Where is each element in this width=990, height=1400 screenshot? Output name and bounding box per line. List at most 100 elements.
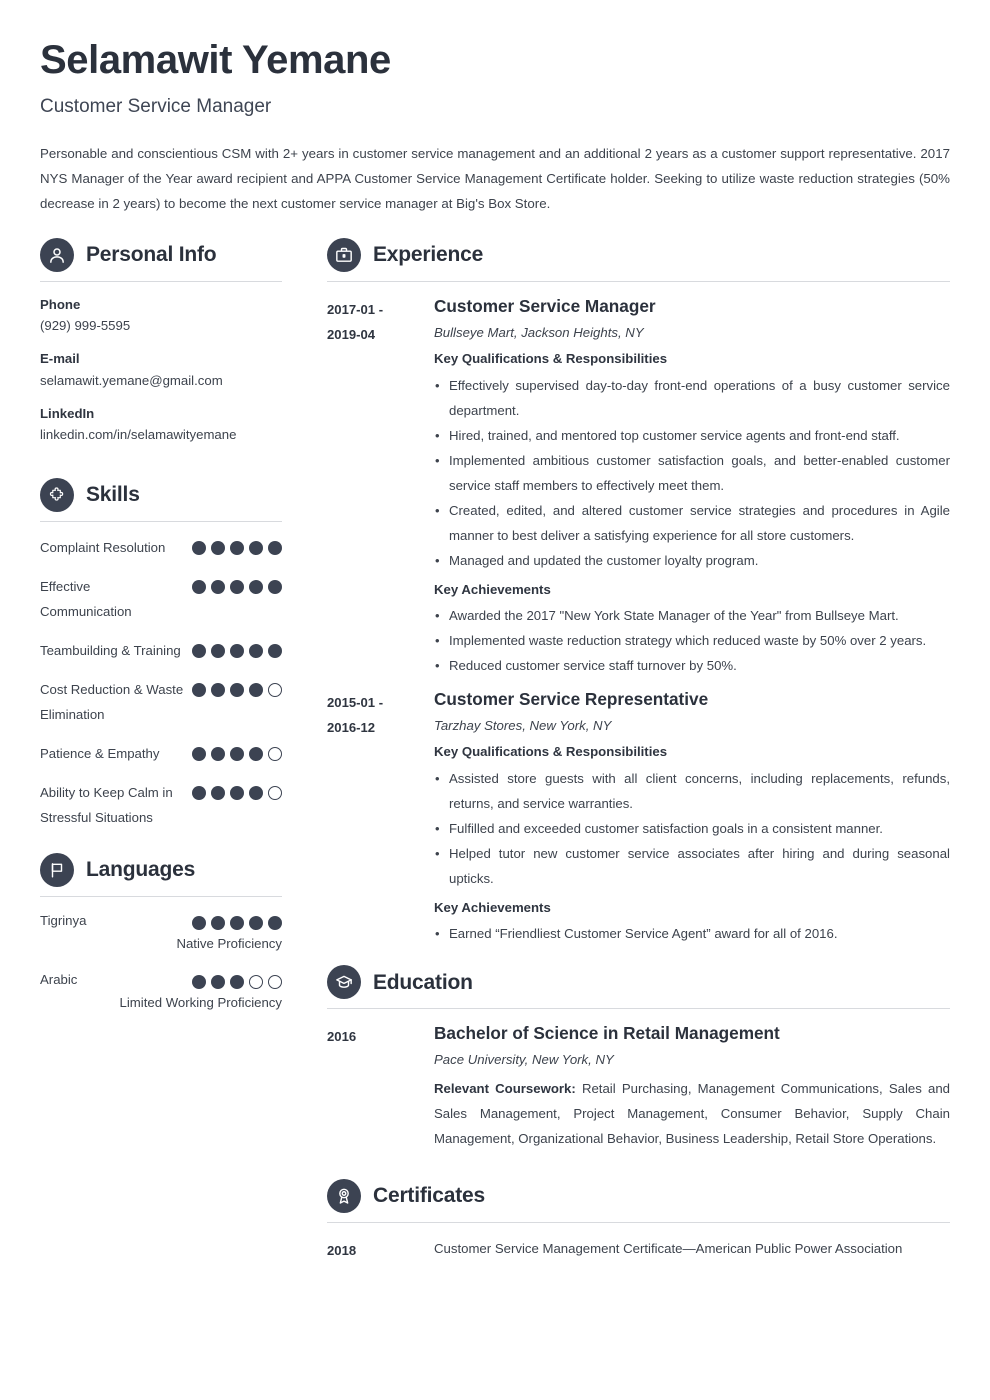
list-item: Reduced customer service staff turnover … xyxy=(434,653,950,678)
rating-dot-filled xyxy=(249,579,263,594)
date-line-start: 2015-01 - xyxy=(327,695,384,711)
list-item: Implemented waste reduction strategy whi… xyxy=(434,628,950,653)
contact-value[interactable]: (929) 999-5595 xyxy=(40,315,282,336)
rating-dot-filled xyxy=(192,746,206,761)
skills-heading: Skills xyxy=(40,477,282,521)
skill-row: Cost Reduction & Waste Elimination xyxy=(40,677,282,727)
rating-dot-filled xyxy=(249,643,263,658)
rating-dot-filled xyxy=(249,540,263,555)
contact-item-phone: Phone (929) 999-5595 xyxy=(40,295,282,337)
rating-dot-filled xyxy=(211,682,225,697)
skill-name: Ability to Keep Calm in Stressful Situat… xyxy=(40,784,173,825)
rating-dot-empty xyxy=(268,785,282,800)
skill-name: Effective Communication xyxy=(40,578,132,619)
rating-dot-filled xyxy=(268,643,282,658)
education-heading: Education xyxy=(327,965,950,1008)
education-entry: 2016 Bachelor of Science in Retail Manag… xyxy=(327,1022,950,1150)
section-certificates: Certificates 2018 Customer Service Manag… xyxy=(327,1178,950,1263)
skill-rating-dots xyxy=(192,638,282,658)
rating-dot-filled xyxy=(230,974,244,989)
personal-info-title: Personal Info xyxy=(86,243,217,267)
achievements-list: Awarded the 2017 "New York State Manager… xyxy=(434,603,950,678)
experience-heading: Experience xyxy=(327,237,950,281)
rating-dot-filled xyxy=(268,579,282,594)
language-top: Tigrinya xyxy=(40,910,282,932)
date-line-end: 2019-04 xyxy=(327,326,376,342)
language-proficiency: Native Proficiency xyxy=(176,935,282,951)
rating-dot-filled xyxy=(211,785,225,800)
certificate-text: Customer Service Management Certificate—… xyxy=(434,1240,903,1256)
graduation-cap-icon xyxy=(327,965,361,1000)
personal-info-divider xyxy=(40,280,282,282)
language-top: Arabic xyxy=(40,969,282,991)
left-column: Personal Info Phone (929) 999-5595 E-mai… xyxy=(40,237,292,1028)
rating-dot-filled xyxy=(192,643,206,658)
section-education: Education 2016 Bachelor of Science in Re… xyxy=(327,965,950,1150)
briefcase-icon xyxy=(327,237,361,272)
content-columns: Personal Info Phone (929) 999-5595 E-mai… xyxy=(40,237,950,1267)
rating-dot-empty xyxy=(268,682,282,697)
rating-dot-filled xyxy=(230,682,244,697)
section-experience: Experience 2017-01 - 2019-04 Customer Se… xyxy=(327,237,950,952)
experience-entry-date: 2017-01 - 2019-04 xyxy=(327,295,434,347)
list-item: Earned “Friendliest Customer Service Age… xyxy=(434,921,950,946)
certificate-entry: 2018 Customer Service Management Certifi… xyxy=(327,1236,950,1263)
certificate-entry-body: Customer Service Management Certificate—… xyxy=(434,1236,950,1261)
skill-row: Complaint Resolution xyxy=(40,535,282,560)
languages-heading: Languages xyxy=(40,852,282,896)
certificates-heading: Certificates xyxy=(327,1178,950,1222)
rating-dot-filled xyxy=(211,915,225,930)
rating-dot-filled xyxy=(268,540,282,555)
rating-dot-empty xyxy=(268,746,282,761)
education-entry-date: 2016 xyxy=(327,1029,357,1045)
achievements-list: Earned “Friendliest Customer Service Age… xyxy=(434,921,950,946)
skill-rating-dots xyxy=(192,780,282,800)
skill-name: Patience & Empathy xyxy=(40,745,160,761)
list-item: Assisted store guests with all client co… xyxy=(434,766,950,816)
qualifications-list: Assisted store guests with all client co… xyxy=(434,766,950,891)
language-name: Arabic xyxy=(40,971,78,987)
skill-name: Teambuilding & Training xyxy=(40,642,181,658)
skill-name: Complaint Resolution xyxy=(40,539,166,555)
rating-dot-filled xyxy=(192,579,206,594)
qualifications-heading: Key Qualifications & Responsibilities xyxy=(434,744,668,760)
rating-dot-filled xyxy=(268,915,282,930)
contact-value[interactable]: selamawit.yemane@gmail.com xyxy=(40,370,282,391)
rating-dot-empty xyxy=(249,974,263,989)
rating-dot-filled xyxy=(230,540,244,555)
date-line-start: 2017-01 - xyxy=(327,301,384,317)
section-personal-info: Personal Info Phone (929) 999-5595 E-mai… xyxy=(40,237,282,446)
skill-rating-dots xyxy=(192,741,282,761)
candidate-job-title: Customer Service Manager xyxy=(40,96,272,117)
list-item: Created, edited, and altered customer se… xyxy=(434,498,950,548)
skill-name: Cost Reduction & Waste Elimination xyxy=(40,681,184,722)
skill-row: Patience & Empathy xyxy=(40,741,282,766)
rating-dot-filled xyxy=(230,746,244,761)
list-item: Managed and updated the customer loyalty… xyxy=(434,548,950,573)
contact-label: Phone xyxy=(40,296,81,312)
achievements-heading: Key Achievements xyxy=(434,581,551,597)
language-rating-dots xyxy=(192,969,282,989)
award-ribbon-icon xyxy=(327,1178,361,1213)
rating-dot-filled xyxy=(192,540,206,555)
certificates-divider xyxy=(327,1221,950,1223)
list-item: Hired, trained, and mentored top custome… xyxy=(434,423,950,448)
rating-dot-filled xyxy=(249,746,263,761)
rating-dot-filled xyxy=(230,785,244,800)
experience-entry-date: 2015-01 - 2016-12 xyxy=(327,688,434,740)
contact-item-email: E-mail selamawit.yemane@gmail.com xyxy=(40,349,282,391)
languages-title: Languages xyxy=(86,858,196,882)
contact-value[interactable]: linkedin.com/in/selamawityemane xyxy=(40,424,282,445)
language-row: Arabic Limited Working Proficiency xyxy=(40,969,282,1014)
right-column: Experience 2017-01 - 2019-04 Customer Se… xyxy=(292,237,950,1267)
list-item: Helped tutor new customer service associ… xyxy=(434,841,950,891)
language-rating-dots xyxy=(192,910,282,930)
section-languages: Languages Tigrinya Native Proficiency Ar… xyxy=(40,852,282,1014)
education-coursework: Relevant Coursework: Retail Purchasing, … xyxy=(434,1076,950,1151)
experience-entry-body: Customer Service Manager Bullseye Mart, … xyxy=(434,295,950,684)
rating-dot-filled xyxy=(192,785,206,800)
list-item: Effectively supervised day-to-day front-… xyxy=(434,373,950,423)
contact-label: LinkedIn xyxy=(40,405,95,421)
